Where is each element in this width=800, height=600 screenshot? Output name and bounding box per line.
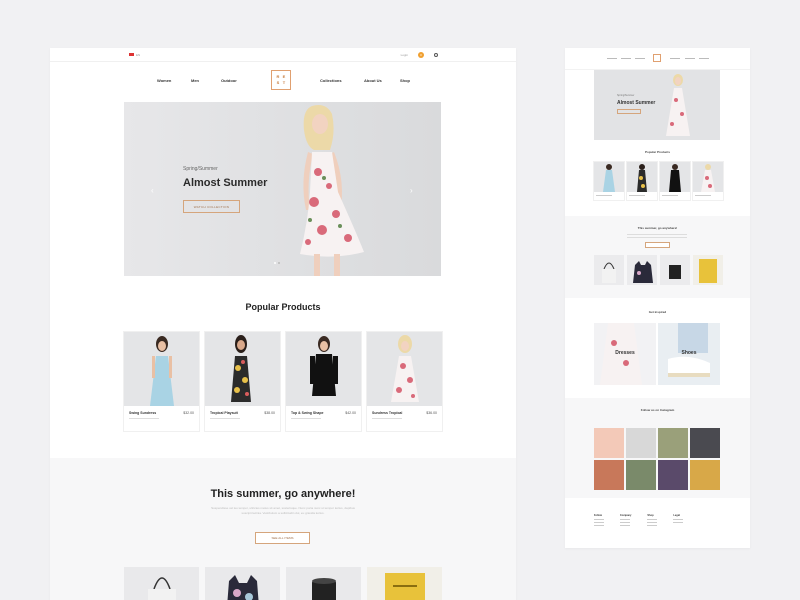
hero-dot[interactable]: [274, 262, 276, 264]
hero-title: Almost Summer: [183, 177, 268, 189]
tablet-see-all-button[interactable]: [645, 242, 670, 248]
search-icon[interactable]: [434, 52, 438, 57]
tablet-inspired-shoes[interactable]: Shoes: [658, 323, 720, 385]
tablet-footer: Follow Company Shop Legal: [594, 514, 684, 526]
product-name[interactable]: Swing Sundress: [129, 411, 156, 415]
product-price: $42.00: [345, 411, 356, 415]
tablet-hero-eyebrow: Spring/Summer: [617, 94, 635, 97]
login-link[interactable]: Login: [401, 53, 408, 57]
watch-collection-button[interactable]: WATCH COLLECTION: [183, 200, 240, 213]
instagram-photo[interactable]: [690, 460, 720, 490]
tablet-accessory[interactable]: [660, 255, 690, 285]
nav-men[interactable]: Men: [191, 78, 199, 83]
tablet-nav-link[interactable]: [685, 58, 695, 59]
nav-about-us[interactable]: About Us: [364, 78, 382, 83]
hero-pagination: [274, 262, 280, 264]
hero-dot[interactable]: [278, 262, 280, 264]
accessory-tote-bag[interactable]: [124, 567, 199, 600]
tablet-brand-logo[interactable]: [653, 54, 661, 62]
tablet-product-card[interactable]: [693, 162, 723, 200]
nav-shop[interactable]: Shop: [400, 78, 410, 83]
tablet-hero: Spring/Summer Almost Summer: [594, 70, 720, 140]
instagram-photo[interactable]: [658, 428, 688, 458]
instagram-photo[interactable]: [626, 428, 656, 458]
nav-collections[interactable]: Collections: [320, 78, 342, 83]
tablet-page: Spring/Summer Almost Summer Popular Prod…: [565, 48, 750, 548]
tablet-product-card[interactable]: [594, 162, 624, 200]
tablet-nav-link[interactable]: [635, 58, 645, 59]
flag-icon[interactable]: [129, 53, 134, 56]
product-grid: Swing Sundress $32.00 Tropical Playsuit …: [124, 332, 442, 431]
see-all-items-button[interactable]: SEE ALL ITEMS: [255, 532, 310, 544]
product-price: $38.00: [264, 411, 275, 415]
product-image: [124, 332, 199, 406]
cart-badge[interactable]: 0: [418, 51, 424, 58]
accessory-book[interactable]: [367, 567, 442, 600]
product-price: $32.00: [183, 411, 194, 415]
popular-products-title: Popular Products: [245, 302, 321, 312]
product-name[interactable]: Tropical Playsuit: [210, 411, 238, 415]
instagram-photo[interactable]: [690, 428, 720, 458]
tablet-nav-link[interactable]: [699, 58, 709, 59]
tablet-accessory-grid: [594, 255, 723, 285]
product-card[interactable]: Sundress Tropical $36.00: [367, 332, 442, 431]
tablet-product-card[interactable]: [660, 162, 690, 200]
nav-women[interactable]: Women: [157, 78, 171, 83]
main-nav: Women Men Outdoor R E S T Collections Ab…: [50, 62, 516, 102]
tablet-popular-title: Popular Products: [644, 150, 670, 154]
instagram-photo[interactable]: [658, 460, 688, 490]
product-name[interactable]: Sundress Tropical: [372, 411, 402, 415]
hero-prev-arrow-icon[interactable]: ‹: [151, 186, 154, 195]
tablet-instagram-title: Follow us on Instagram: [640, 408, 675, 412]
summer-description: Suspendisse vel leo tempor, ultricies me…: [211, 506, 355, 515]
product-image: [286, 332, 361, 406]
tablet-inspired-dresses[interactable]: Dresses: [594, 323, 656, 385]
product-price: $36.00: [426, 411, 437, 415]
instagram-photo[interactable]: [626, 460, 656, 490]
instagram-photo[interactable]: [594, 428, 624, 458]
desktop-page: EN Login 0 Women Men Outdoor R E S T Col…: [50, 48, 516, 600]
accessory-backpack[interactable]: [205, 567, 280, 600]
product-card[interactable]: Tropical Playsuit $38.00: [205, 332, 280, 431]
nav-outdoor[interactable]: Outdoor: [221, 78, 237, 83]
footer-heading: Follow: [594, 514, 602, 517]
tablet-product-grid: [594, 162, 723, 200]
tablet-accessory[interactable]: [693, 255, 723, 285]
tablet-summer-title: This summer, go anywhere!: [637, 226, 678, 230]
tablet-product-card[interactable]: [627, 162, 657, 200]
instagram-grid: [594, 428, 720, 490]
tablet-hero-button[interactable]: [617, 109, 641, 114]
tablet-nav-link[interactable]: [670, 58, 680, 59]
footer-heading: Company: [620, 514, 632, 517]
language-select[interactable]: EN: [136, 53, 140, 57]
tablet-nav: [565, 48, 750, 70]
tablet-nav-link[interactable]: [621, 58, 631, 59]
tablet-accessory[interactable]: [627, 255, 657, 285]
footer-heading: Legal: [673, 514, 680, 517]
footer-heading: Shop: [647, 514, 654, 517]
product-name[interactable]: Top & Swing Shape: [291, 411, 323, 415]
instagram-photo[interactable]: [594, 460, 624, 490]
hero-eyebrow: Spring/Summer: [183, 166, 218, 172]
tablet-accessory[interactable]: [594, 255, 624, 285]
product-image: [205, 332, 280, 406]
accessory-mug[interactable]: [286, 567, 361, 600]
accessory-grid: [124, 567, 442, 600]
tablet-hero-title: Almost Summer: [617, 100, 656, 106]
brand-logo[interactable]: R E S T: [271, 70, 291, 90]
product-image: [367, 332, 442, 406]
hero-model-image: [300, 105, 364, 276]
hero-banner: ‹ › Spring/Summer Almost Summer WATCH CO…: [124, 102, 441, 276]
hero-next-arrow-icon[interactable]: ›: [410, 186, 413, 195]
product-card[interactable]: Swing Sundress $32.00: [124, 332, 199, 431]
summer-title: This summer, go anywhere!: [210, 488, 356, 500]
tablet-nav-link[interactable]: [607, 58, 617, 59]
product-card[interactable]: Top & Swing Shape $42.00: [286, 332, 361, 431]
tablet-inspired-title: Get inspired: [648, 310, 667, 314]
topbar: EN Login 0: [50, 48, 516, 62]
